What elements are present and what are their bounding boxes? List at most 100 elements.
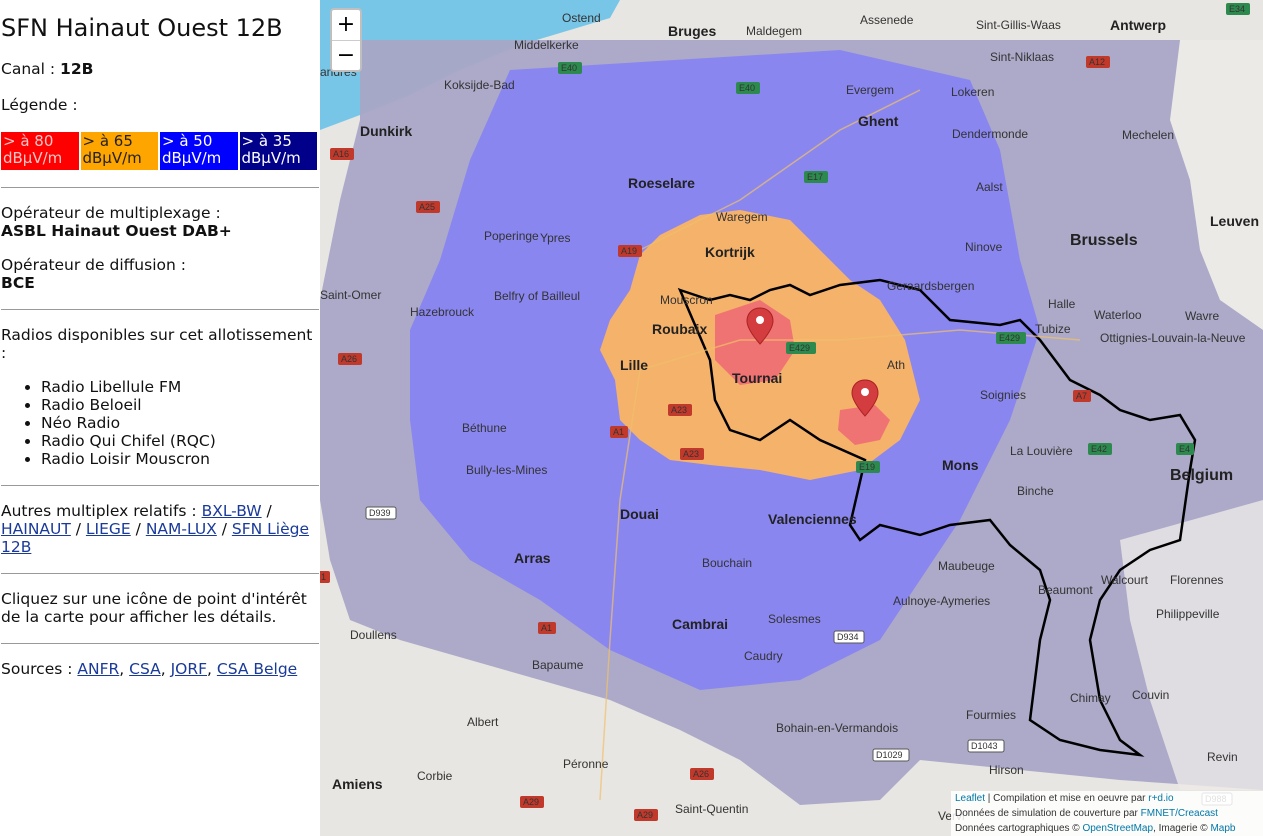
road-label: A12 [1089,57,1105,67]
zoom-control: + − [330,8,362,72]
separator: , [119,660,130,678]
road-label: A26 [693,769,709,779]
map-label: Tournai [732,370,782,386]
map-label: Antwerp [1110,17,1166,33]
map-label: Valenciennes [768,511,857,527]
osm-link[interactable]: OpenStreetMap [1082,823,1153,834]
map-label: Ypres [540,231,570,245]
map-label: Chimay [1070,691,1111,705]
sidebar: SFN Hainaut Ouest 12B Canal : 12B Légend… [0,0,320,836]
divider [1,643,319,644]
map-label: Geraardsbergen [887,279,974,293]
radio-list: Radio Libellule FM Radio Beloeil Néo Rad… [41,378,319,468]
list-item: Radio Libellule FM [41,378,319,396]
map-label: Sint-Gillis-Waas [976,18,1061,32]
road-label: E42 [1091,444,1107,454]
map-label: Doullens [350,628,397,642]
link-liege[interactable]: LIEGE [86,520,131,538]
road-label: E40 [561,63,577,73]
map-label: Caudry [744,649,783,663]
map-label: Evergem [846,83,894,97]
fmnet-link[interactable]: FMNET/Creacast [1141,808,1218,819]
map-label: Koksijde-Bad [444,78,515,92]
map-label: Leuven [1210,213,1259,229]
map-label: Ninove [965,240,1003,254]
map-label: Kortrijk [705,244,755,260]
road-label: A1 [541,623,552,633]
attribution: Leaflet | Compilation et mise en oeuvre … [951,791,1263,836]
map-label: Arras [514,550,551,566]
map-label: Lokeren [951,85,994,99]
link-csa[interactable]: CSA [129,660,161,678]
link-nam-lux[interactable]: NAM-LUX [146,520,217,538]
map-label: La Louvière [1010,444,1073,458]
map-label: Belfry of Bailleul [494,289,580,303]
link-hainaut[interactable]: HAINAUT [1,520,71,538]
map-label: Roeselare [628,175,695,191]
mux-operator-value: ASBL Hainaut Ouest DAB+ [1,222,232,240]
legend: > à 80 dBµV/m > à 65 dBµV/m > à 50 dBµV/… [1,132,319,170]
link-bxl-bw[interactable]: BXL-BW [202,502,262,520]
map-label: Middelkerke [514,38,579,52]
map-label: Corbie [417,769,453,783]
list-item: Radio Beloeil [41,396,319,414]
separator: / [70,520,86,538]
zoom-in-button[interactable]: + [332,10,360,40]
road-label: A23 [683,449,699,459]
road-label: E429 [789,343,810,353]
coverage-map[interactable]: Bruges Antwerp Ghent Brussels Lille Roubaix To… [320,0,1263,836]
leaflet-link[interactable]: Leaflet [955,793,985,804]
road-label: A25 [419,202,435,212]
attribution-text: Données cartographiques © [955,823,1083,834]
map-canvas[interactable]: Bruges Antwerp Ghent Brussels Lille Roubaix To… [320,0,1263,836]
link-csa-belge[interactable]: CSA Belge [217,660,297,678]
road-label: A1 [613,427,624,437]
map-label: Maubeuge [938,559,995,573]
map-label: Brussels [1070,232,1138,249]
map-label: Tubize [1035,322,1071,336]
divider [1,309,319,310]
road-label: E40 [739,83,755,93]
road-label: A16 [333,149,349,159]
road-label: E429 [999,333,1020,343]
mapbox-link[interactable]: Mapb [1210,823,1235,834]
map-label: Couvin [1132,688,1169,702]
map-label: Belgium [1170,467,1233,484]
list-item: Néo Radio [41,414,319,432]
map-label: Philippeville [1156,607,1220,621]
map-label: Aulnoye-Aymeries [893,594,990,608]
road-label: A19 [621,246,637,256]
map-label: Ghent [858,113,899,129]
list-item: Radio Qui Chifel (RQC) [41,432,319,450]
attribution-text: | Compilation et mise en oeuvre par [985,793,1149,804]
mux-operator-label: Opérateur de multiplexage : [1,204,221,222]
map-label: Bohain-en-Vermandois [776,721,898,735]
rd-link[interactable]: r+d.io [1148,793,1173,804]
map-label: Albert [467,715,499,729]
legend-item-50: > à 50 dBµV/m [160,132,238,170]
zoom-out-button[interactable]: − [332,40,360,70]
link-anfr[interactable]: ANFR [77,660,119,678]
radios-label: Radios disponibles sur cet allotissement… [1,326,313,362]
road-label: A23 [671,405,687,415]
road-label: D1029 [876,750,903,760]
map-label: Aalst [976,180,1003,194]
channel-value: 12B [60,60,94,78]
sources: Sources : ANFR, CSA, JORF, CSA Belge [1,660,319,678]
map-label: Binche [1017,484,1054,498]
divider [1,187,319,188]
map-label: Halle [1048,297,1076,311]
map-label: Bapaume [532,658,584,672]
map-label: Ath [887,358,905,372]
map-label: Beaumont [1038,583,1093,597]
legend-item-80: > à 80 dBµV/m [1,132,79,170]
broadcast-operator-value: BCE [1,274,35,292]
link-jorf[interactable]: JORF [171,660,207,678]
related-label: Autres multiplex relatifs : [1,502,202,520]
separator: / [216,520,232,538]
separator: / [261,502,272,520]
sources-label: Sources : [1,660,78,678]
map-label: Waterloo [1094,308,1142,322]
map-label: Soignies [980,388,1026,402]
list-item: Radio Loisir Mouscron [41,450,319,468]
